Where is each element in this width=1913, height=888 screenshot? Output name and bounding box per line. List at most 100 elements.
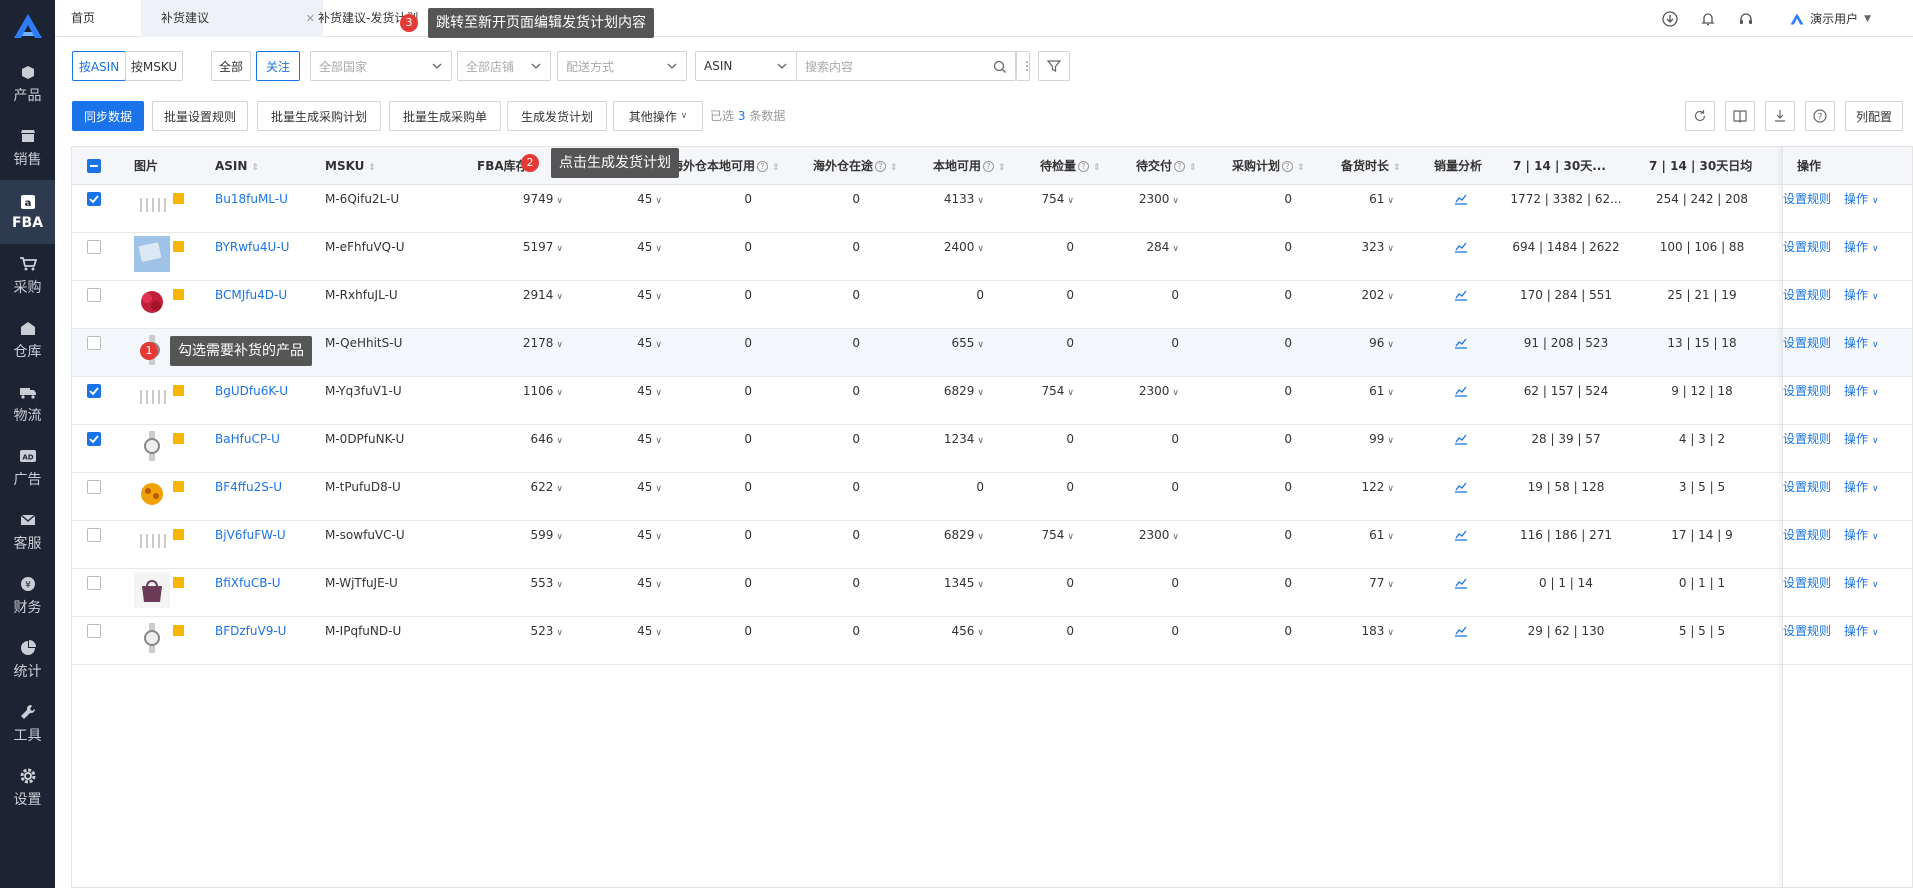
favorite-icon[interactable] xyxy=(173,385,184,396)
tab-home[interactable]: 首页 xyxy=(63,0,103,37)
search-input[interactable]: 搜索内容 xyxy=(796,51,1016,81)
chevron-down-icon[interactable]: ∨ xyxy=(655,436,662,446)
inspect-cell[interactable]: 754 ∨ xyxy=(1012,377,1075,405)
chevron-down-icon[interactable]: ∨ xyxy=(977,196,984,206)
help-icon[interactable]: ? xyxy=(757,161,769,172)
chevron-down-icon[interactable]: ∨ xyxy=(977,532,984,542)
col-overseas-transit[interactable]: 海外仓在途? ⇕ xyxy=(813,147,898,185)
select-all-checkbox[interactable] xyxy=(87,159,101,173)
chevron-down-icon[interactable]: ∨ xyxy=(1387,340,1394,350)
headset-icon[interactable] xyxy=(1738,11,1754,27)
deliver-cell[interactable]: 0 xyxy=(1112,425,1179,453)
sidebar-item-5[interactable]: 物流 xyxy=(0,372,55,436)
stock-days-cell[interactable]: 61 ∨ xyxy=(1322,185,1394,213)
asin-link[interactable]: BfiXfuCB-U xyxy=(215,569,281,597)
shop-select[interactable]: 全部店铺 xyxy=(457,51,551,81)
sidebar-item-10[interactable]: 工具 xyxy=(0,692,55,756)
chart-line-icon[interactable] xyxy=(1454,481,1468,493)
sidebar-item-11[interactable]: 设置 xyxy=(0,756,55,820)
sync-button[interactable]: 同步数据 xyxy=(72,101,144,131)
sidebar-item-4[interactable]: 仓库 xyxy=(0,308,55,372)
local-cell[interactable]: 4133 ∨ xyxy=(902,185,984,213)
chevron-down-icon[interactable]: ∨ xyxy=(1387,484,1394,494)
chevron-down-icon[interactable]: ∨ xyxy=(1172,244,1179,254)
col-purchase-plan[interactable]: 采购计划? ⇕ xyxy=(1232,147,1305,185)
help-button[interactable]: ? xyxy=(1805,101,1835,131)
chevron-down-icon[interactable]: ∨ xyxy=(1387,196,1394,206)
asin-link[interactable]: Bu18fuML-U xyxy=(215,185,288,213)
product-image[interactable] xyxy=(134,572,170,608)
column-config-button[interactable]: 列配置 xyxy=(1845,101,1903,131)
chevron-down-icon[interactable]: ∨ xyxy=(1387,292,1394,302)
chevron-down-icon[interactable]: ∨ xyxy=(655,244,662,254)
inspect-cell[interactable]: 0 xyxy=(1012,281,1074,309)
chevron-down-icon[interactable]: ∨ xyxy=(556,532,563,542)
by-msku-button[interactable]: 按MSKU xyxy=(125,51,183,81)
chevron-down-icon[interactable]: ∨ xyxy=(1387,628,1394,638)
other-ops-button[interactable]: 其他操作 ∨ xyxy=(613,101,703,131)
product-image[interactable] xyxy=(134,380,170,416)
stock-days-cell[interactable]: 122 ∨ xyxy=(1322,473,1395,501)
lead-days-cell[interactable]: 45 ∨ xyxy=(592,377,662,405)
lead-days-cell[interactable]: 45 ∨ xyxy=(592,185,662,213)
chevron-down-icon[interactable]: ∨ xyxy=(556,244,563,254)
row-checkbox[interactable] xyxy=(87,240,101,254)
local-cell[interactable]: 1345 ∨ xyxy=(902,569,984,597)
row-checkbox[interactable] xyxy=(87,288,101,302)
search-icon[interactable] xyxy=(993,60,1007,74)
chevron-down-icon[interactable]: ∨ xyxy=(655,484,662,494)
chart-line-icon[interactable] xyxy=(1454,433,1468,445)
local-cell[interactable]: 2400 ∨ xyxy=(902,233,984,261)
lead-days-cell[interactable]: 45 ∨ xyxy=(592,233,662,261)
help-icon[interactable]: ? xyxy=(1078,161,1090,172)
batch-purchase-plan-button[interactable]: 批量生成采购计划 xyxy=(257,101,381,131)
ship-method-select[interactable]: 配送方式 xyxy=(557,51,687,81)
chart-line-icon[interactable] xyxy=(1454,385,1468,397)
inspect-cell[interactable]: 0 xyxy=(1012,473,1074,501)
row-checkbox[interactable] xyxy=(87,384,101,398)
deliver-cell[interactable]: 0 xyxy=(1112,281,1179,309)
product-image[interactable] xyxy=(134,284,170,320)
search-field-select[interactable]: ASIN xyxy=(695,51,797,81)
favorite-icon[interactable] xyxy=(173,481,184,492)
local-cell[interactable]: 1234 ∨ xyxy=(902,425,984,453)
help-icon[interactable]: ? xyxy=(983,161,995,172)
chart-line-icon[interactable] xyxy=(1454,337,1468,349)
chart-line-icon[interactable] xyxy=(1454,289,1468,301)
chart-line-icon[interactable] xyxy=(1454,529,1468,541)
inspect-cell[interactable]: 0 xyxy=(1012,233,1074,261)
inspect-cell[interactable]: 0 xyxy=(1012,569,1074,597)
chevron-down-icon[interactable]: ∨ xyxy=(1067,196,1074,206)
inspect-cell[interactable]: 754 ∨ xyxy=(1012,521,1075,549)
col-inspect[interactable]: 待检量? ⇕ xyxy=(1040,147,1101,185)
lead-days-cell[interactable]: 45 ∨ xyxy=(592,329,662,357)
table-row[interactable]: Bu18fuML-U M-6Qifu2L-U 9749 ∨ 45 ∨ 0 0 4133 ∨ 754 ∨… xyxy=(72,185,1912,233)
chart-line-icon[interactable] xyxy=(1454,577,1468,589)
chevron-down-icon[interactable]: ∨ xyxy=(1387,244,1394,254)
chevron-down-icon[interactable]: ∨ xyxy=(977,436,984,446)
table-row[interactable]: BjO5fuCQ-UM-QeHhitS-U2178∨45∨00655∨00096… xyxy=(72,329,1912,377)
chevron-down-icon[interactable]: ∨ xyxy=(1067,388,1074,398)
lead-days-cell[interactable]: 45 ∨ xyxy=(592,425,662,453)
sidebar-item-9[interactable]: 统计 xyxy=(0,628,55,692)
chevron-down-icon[interactable]: ∨ xyxy=(655,292,662,302)
row-checkbox[interactable] xyxy=(87,336,101,350)
table-row[interactable]: BfiXfuCB-U M-WjTfuJE-U 553 ∨ 45 ∨ 0 0 1345 ∨ 0 0 0 77… xyxy=(72,569,1912,617)
all-button[interactable]: 全部 xyxy=(211,51,251,81)
local-cell[interactable]: 456 ∨ xyxy=(902,617,985,645)
chevron-down-icon[interactable]: ∨ xyxy=(556,340,563,350)
fba-stock-cell[interactable]: 646 ∨ xyxy=(472,425,564,453)
chevron-down-icon[interactable]: ∨ xyxy=(655,388,662,398)
product-image[interactable] xyxy=(134,188,170,224)
deliver-cell[interactable]: 0 xyxy=(1112,569,1179,597)
chevron-down-icon[interactable]: ∨ xyxy=(1387,532,1394,542)
product-image[interactable] xyxy=(134,428,170,464)
col-sales-sum[interactable]: 7 | 14 | 30天... xyxy=(1513,147,1606,185)
fba-stock-cell[interactable]: 523 ∨ xyxy=(472,617,564,645)
inspect-cell[interactable]: 754 ∨ xyxy=(1012,185,1075,213)
chevron-down-icon[interactable]: ∨ xyxy=(556,388,563,398)
fba-stock-cell[interactable]: 599 ∨ xyxy=(472,521,564,549)
fba-stock-cell[interactable]: 5197 ∨ xyxy=(472,233,563,261)
chevron-down-icon[interactable]: ∨ xyxy=(556,436,563,446)
favorite-icon[interactable] xyxy=(173,289,184,300)
